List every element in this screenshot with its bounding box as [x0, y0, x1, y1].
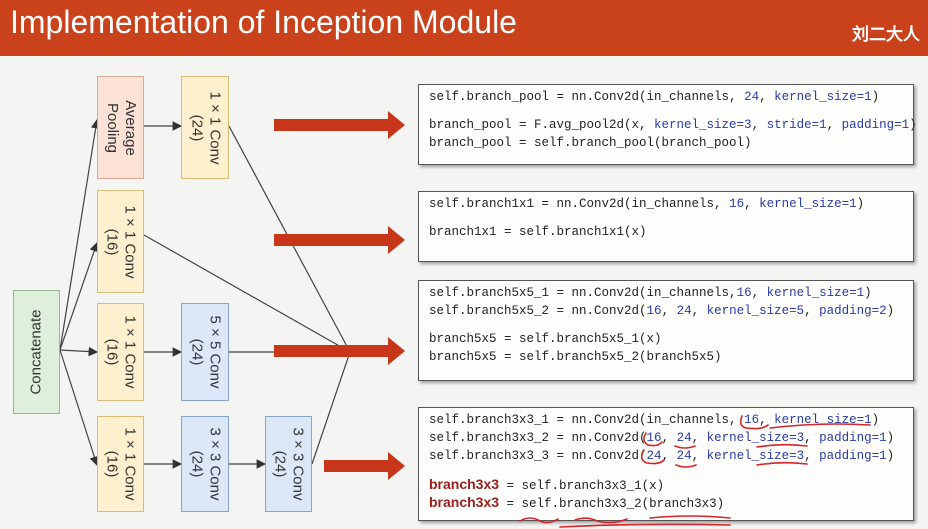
annotation-underline-ks3b — [756, 461, 808, 466]
annotation-circle-24 — [640, 449, 665, 465]
annotation-underline-24b — [675, 464, 697, 468]
annotation-underline-ks3a — [756, 443, 808, 448]
annotation-underline-24a — [674, 445, 696, 449]
annotation-circle-16 — [739, 415, 769, 430]
annotation-underline-ks1 — [769, 423, 871, 429]
handwritten-annotations — [519, 415, 871, 528]
annotation-scribble — [519, 515, 731, 528]
annotation-circle-16b — [643, 432, 663, 447]
